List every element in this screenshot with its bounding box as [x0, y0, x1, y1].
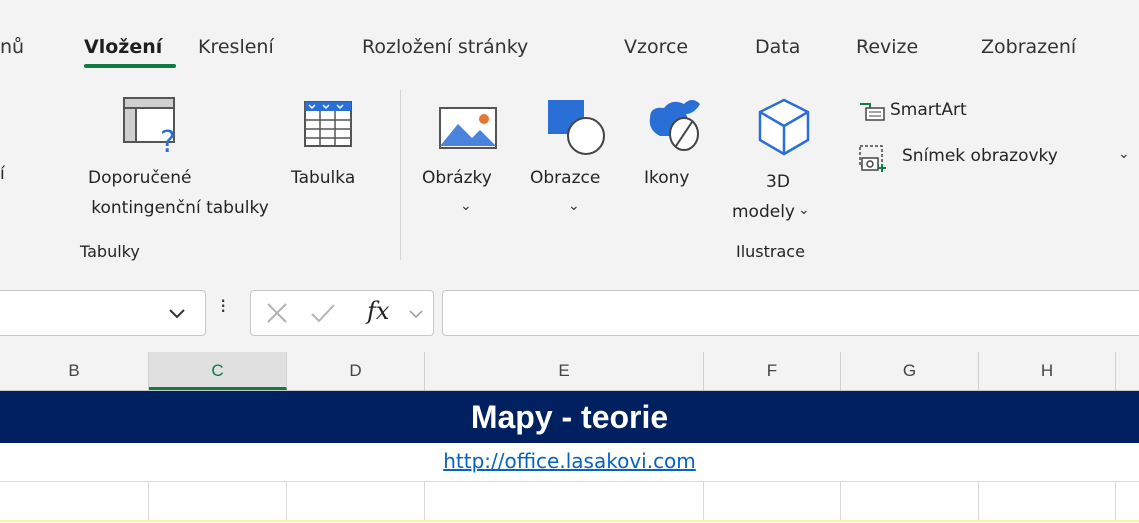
icons-button[interactable]: Ikony — [636, 92, 716, 202]
tab-draw[interactable]: Kreslení — [198, 36, 274, 58]
name-box[interactable] — [0, 290, 206, 336]
hyperlink-cell[interactable]: http://office.lasakovi.com — [0, 449, 1139, 473]
column-header-f[interactable]: F — [704, 352, 841, 390]
tab-page-layout[interactable]: Rozložení stránky — [362, 36, 528, 58]
table-button[interactable]: Tabulka — [285, 92, 385, 202]
empty-row[interactable] — [0, 481, 1139, 523]
formula-bar-area: ⁝ fx — [0, 272, 1139, 352]
chevron-down-icon[interactable] — [167, 305, 187, 321]
recommended-pivot-label-1: Doporučené — [88, 168, 192, 188]
link-row: http://office.lasakovi.com — [0, 443, 1139, 481]
ribbon: í ? Doporučené kontingenční tabulky Tabu… — [0, 82, 1139, 272]
cancel-icon[interactable] — [265, 301, 289, 325]
recommended-pivot-button[interactable]: ? Doporučené kontingenční tabulky — [80, 92, 280, 232]
column-header-e[interactable]: E — [425, 352, 704, 390]
icons-icon — [649, 100, 700, 151]
grid-line — [424, 482, 425, 520]
smartart-icon — [860, 103, 885, 121]
smartart-button[interactable]: SmartArt — [858, 96, 1018, 126]
3d-models-chevron-down-icon: ⌄ — [798, 202, 810, 218]
table-icon — [304, 101, 352, 147]
column-header-b[interactable]: B — [0, 352, 149, 390]
confirm-icon[interactable] — [309, 301, 337, 325]
tab-data[interactable]: Data — [755, 36, 800, 58]
cube-icon — [758, 98, 810, 156]
screenshot-icon — [859, 145, 886, 172]
sheet-title-cell[interactable]: Mapy - teorie — [0, 391, 1139, 443]
column-headers: B C D E F G H — [0, 352, 1139, 391]
group-tables-label: Tabulky — [80, 242, 140, 261]
ribbon-tabs: nů Vložení Kreslení Rozložení stránky Vz… — [0, 0, 1139, 82]
recommended-pivot-icon: ? — [123, 97, 176, 154]
column-header-g[interactable]: G — [841, 352, 979, 390]
grid-line — [1115, 482, 1116, 520]
tab-partial[interactable]: nů — [0, 36, 24, 58]
insert-function-icon[interactable]: fx — [367, 297, 389, 325]
formula-actions: fx — [250, 290, 434, 336]
pictures-icon — [439, 107, 497, 149]
tab-view[interactable]: Zobrazení — [981, 36, 1076, 58]
pictures-label: Obrázky — [422, 168, 492, 188]
column-header-h[interactable]: H — [979, 352, 1116, 390]
3d-models-label-2: modely — [732, 202, 795, 222]
screenshot-button[interactable]: Snímek obrazovky ⌄ — [858, 142, 1138, 176]
screenshot-label: Snímek obrazovky — [902, 146, 1058, 166]
grid-line — [703, 482, 704, 520]
column-header-d[interactable]: D — [287, 352, 425, 390]
recommended-pivot-label-2: kontingenční tabulky — [91, 198, 269, 218]
tab-insert[interactable]: Vložení — [84, 36, 162, 58]
table-label: Tabulka — [291, 168, 356, 188]
group-illustrations-label: Ilustrace — [736, 242, 805, 261]
shapes-chevron-down-icon: ⌄ — [568, 198, 580, 214]
shapes-button[interactable]: Obrazce ⌄ — [528, 92, 628, 232]
column-header-c[interactable]: C — [149, 352, 287, 390]
formula-input[interactable] — [442, 290, 1139, 336]
3d-models-label-1: 3D — [766, 172, 790, 192]
icons-label: Ikony — [644, 168, 690, 188]
grid-line — [840, 482, 841, 520]
grid-line — [148, 482, 149, 520]
smartart-label: SmartArt — [890, 100, 967, 120]
pictures-chevron-down-icon: ⌄ — [460, 198, 472, 214]
group-separator — [400, 90, 401, 260]
grid-line — [978, 482, 979, 520]
screenshot-chevron-down-icon: ⌄ — [1118, 146, 1130, 162]
ribbon-partial-label: í — [0, 164, 5, 184]
tab-review[interactable]: Revize — [856, 36, 918, 58]
tab-formulas[interactable]: Vzorce — [624, 36, 688, 58]
grid-line — [286, 482, 287, 520]
shapes-icon — [548, 100, 605, 155]
fx-chevron-down-icon[interactable] — [407, 307, 425, 321]
more-options-icon[interactable]: ⁝ — [220, 294, 226, 318]
3d-models-button[interactable]: 3D modely ⌄ — [726, 92, 836, 232]
pictures-button[interactable]: Obrázky ⌄ — [418, 92, 523, 232]
active-tab-indicator — [84, 64, 176, 68]
svg-text:?: ? — [160, 125, 176, 154]
shapes-label: Obrazce — [530, 168, 601, 188]
